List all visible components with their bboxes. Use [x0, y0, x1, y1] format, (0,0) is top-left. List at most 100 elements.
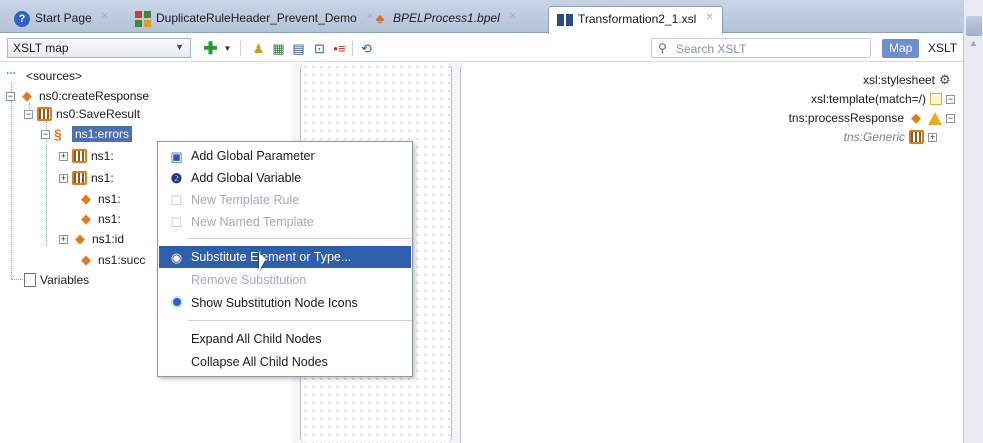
tab-bpel-process[interactable]: ♣ BPELProcess1.bpel ✕	[364, 8, 525, 33]
refresh-icon[interactable]: ⟲	[358, 40, 375, 57]
complex-type-icon	[72, 149, 87, 163]
tab-label: BPELProcess1.bpel	[393, 11, 500, 25]
search-icon: ⚲	[658, 41, 667, 55]
tree-line	[11, 279, 25, 280]
element-icon: ◆	[911, 110, 921, 125]
tree-node-label: Variables	[40, 273, 90, 287]
expand-icon[interactable]: +	[59, 173, 68, 183]
list-icon[interactable]: •≡	[331, 40, 348, 57]
tree-node-ns1-child[interactable]: + ns1:	[59, 147, 114, 165]
tree-node-errors[interactable]: − § ns1:errors	[41, 125, 133, 143]
menu-item-label: Collapse All Child Nodes	[191, 355, 328, 369]
tree-node-ns1-child[interactable]: + ns1:	[59, 169, 114, 187]
tree-node-label: ns1:id	[92, 232, 125, 246]
menu-separator	[188, 320, 412, 321]
element-icon: ◆	[81, 252, 91, 267]
tree-node-label: ns1:	[98, 212, 121, 226]
tree-node-ns1-child[interactable]: ◆ ns1:	[78, 190, 121, 208]
tab-label: Start Page	[35, 11, 92, 25]
element-icon: ◆	[22, 88, 32, 103]
tree-node-success[interactable]: ◆ ns1:succ	[78, 251, 145, 269]
menu-item-label: New Template Rule	[191, 193, 300, 207]
tab-transformation-xsl[interactable]: Transformation2_1.xsl ✕	[548, 6, 723, 34]
menu-item-add-global-parameter[interactable]: ▣ Add Global Parameter	[159, 145, 411, 167]
menu-item-substitute-element[interactable]: ◉ Substitute Element or Type...	[159, 246, 411, 268]
menu-item-add-global-variable[interactable]: ❷ Add Global Variable	[159, 167, 411, 189]
menu-separator	[188, 238, 412, 239]
collapse-icon[interactable]: −	[41, 129, 50, 139]
expand-icon[interactable]: +	[928, 132, 937, 142]
menu-item-remove-substitution[interactable]: Remove Substitution	[159, 269, 411, 291]
sources-icon: ⋯	[6, 68, 16, 79]
tab-start-page[interactable]: ? Start Page ✕	[6, 8, 117, 33]
menu-item-collapse-all[interactable]: Collapse All Child Nodes	[159, 351, 411, 373]
tree-node-label: <sources>	[26, 69, 83, 83]
scroll-up-arrow-icon[interactable]: ▲	[969, 38, 978, 48]
complex-type-icon	[909, 130, 924, 144]
warning-icon	[928, 111, 942, 125]
menu-item-show-substitution-icons[interactable]: Show Substitution Node Icons	[159, 292, 411, 314]
target-node-label: xsl:stylesheet	[862, 73, 935, 87]
vertical-scrollbar[interactable]: ▲	[963, 0, 983, 443]
template-rule-icon: ☐	[170, 193, 183, 208]
menu-item-label: Show Substitution Node Icons	[191, 296, 358, 310]
panel-splitter[interactable]	[452, 63, 460, 443]
menu-item-label: Remove Substitution	[191, 273, 307, 287]
close-icon[interactable]: ✕	[705, 12, 713, 23]
search-placeholder: Search XSLT	[676, 42, 747, 56]
xsl-icon	[557, 12, 573, 28]
variables-icon	[24, 273, 36, 287]
tab-duplicate-rule-header[interactable]: DuplicateRuleHeader_Prevent_Demo ✕	[127, 8, 382, 33]
expand-icon[interactable]: +	[59, 234, 68, 244]
close-icon[interactable]: ✕	[509, 11, 517, 22]
menu-item-expand-all[interactable]: Expand All Child Nodes	[159, 328, 411, 350]
collapse-icon[interactable]: −	[946, 113, 955, 123]
target-node-template[interactable]: xsl:template(match=/) −	[811, 90, 955, 108]
menu-item-new-named-template[interactable]: ☐ New Named Template	[159, 211, 411, 233]
tree-node-label: ns1:	[91, 149, 114, 163]
substitute-icon: ◉	[170, 250, 183, 265]
grid-icon	[135, 11, 151, 27]
tree-node-id[interactable]: + ◆ ns1:id	[59, 230, 124, 248]
radio-checked-icon	[168, 295, 185, 312]
target-node-label: tns:Generic	[843, 130, 905, 144]
xslt-view-button[interactable]: XSLT	[924, 39, 961, 58]
chevron-down-icon: ▼	[175, 42, 184, 52]
help-icon: ?	[14, 11, 30, 27]
tree-line	[11, 101, 12, 279]
toolbar-separator	[240, 41, 241, 56]
element-icon: ◆	[75, 231, 85, 246]
function-icon[interactable]: ⊡	[311, 40, 328, 57]
tree-node-save-result[interactable]: − ns0:SaveResult	[24, 105, 140, 123]
toolbar-separator	[352, 41, 353, 56]
tree-node-ns1-child[interactable]: ◆ ns1:	[78, 210, 121, 228]
collapse-icon[interactable]: −	[24, 109, 33, 119]
add-icon[interactable]: ✚	[202, 40, 219, 57]
collapse-icon[interactable]: −	[6, 91, 15, 101]
filter-icon[interactable]: ▦	[270, 40, 287, 57]
close-icon[interactable]: ✕	[101, 11, 109, 22]
tree-node-label: ns1:	[91, 171, 114, 185]
target-node-label: xsl:template(match=/)	[810, 92, 926, 106]
add-dropdown-icon[interactable]: ▼	[219, 40, 236, 57]
context-menu: ▣ Add Global Parameter ❷ Add Global Vari…	[157, 141, 413, 377]
scroll-thumb[interactable]	[966, 16, 982, 36]
collapse-icon[interactable]: −	[946, 94, 955, 104]
sheet-icon[interactable]: ▤	[290, 40, 307, 57]
complex-type-icon	[72, 171, 87, 185]
target-node-stylesheet[interactable]: xsl:stylesheet ⚙	[863, 71, 955, 89]
tree-node-sources[interactable]: ⋯ <sources>	[6, 67, 82, 85]
people-icon[interactable]: ♟	[250, 40, 267, 57]
tree-node-variables[interactable]: Variables	[24, 271, 89, 289]
tree-node-create-response[interactable]: − ◆ ns0:createResponse	[6, 87, 149, 105]
tree-node-label: ns0:createResponse	[39, 89, 150, 103]
mode-select[interactable]: XSLT map ▼	[7, 38, 191, 58]
tree-node-label-selected: ns1:errors	[72, 126, 133, 142]
expand-icon[interactable]: +	[59, 151, 68, 161]
target-node-generic[interactable]: tns:Generic +	[844, 128, 937, 146]
map-view-button[interactable]: Map	[882, 39, 920, 58]
template-icon	[930, 93, 942, 105]
search-xslt-field[interactable]: ⚲ Search XSLT	[651, 38, 871, 58]
menu-item-new-template-rule[interactable]: ☐ New Template Rule	[159, 189, 411, 211]
target-node-process-response[interactable]: tns:processResponse ◆ −	[789, 109, 955, 127]
